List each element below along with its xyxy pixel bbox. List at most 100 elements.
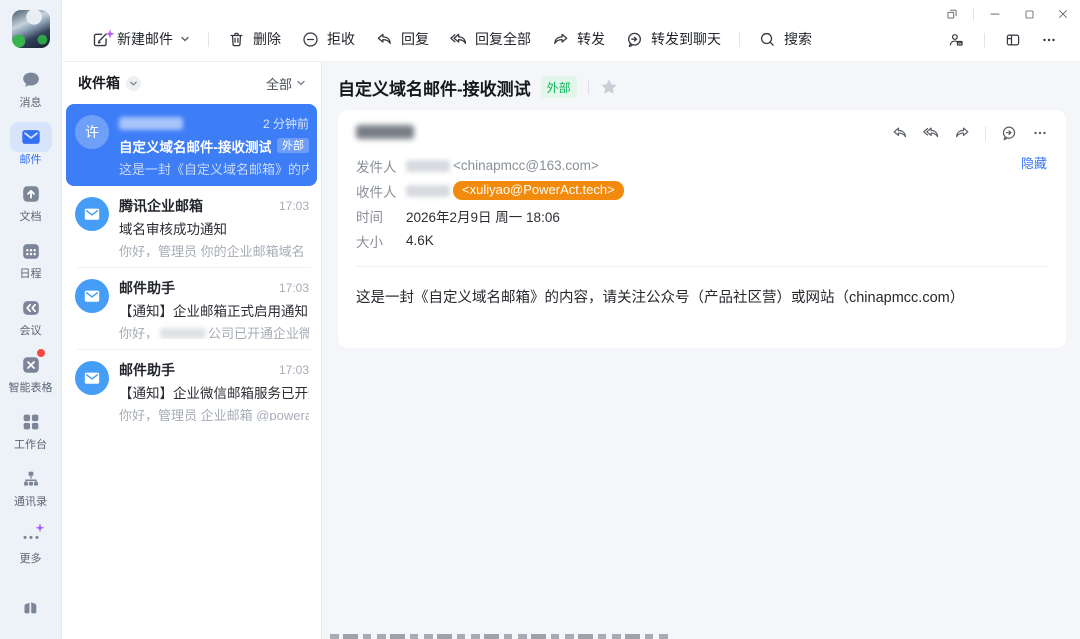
window-controls bbox=[935, 0, 1080, 28]
search-icon bbox=[758, 30, 777, 49]
sidebar-item-calendar[interactable]: 日程 bbox=[0, 232, 61, 284]
sidebar: 消息 邮件 文档 日程 bbox=[0, 0, 62, 639]
reply-icon bbox=[891, 124, 909, 142]
reply-label: 回复 bbox=[401, 29, 429, 49]
close-icon bbox=[1056, 7, 1070, 21]
forward-icon bbox=[953, 124, 971, 142]
mail-time: 17:03 bbox=[279, 199, 309, 213]
more-dots-icon bbox=[1031, 124, 1049, 142]
field-size: 大小 4.6K bbox=[356, 228, 1048, 253]
panel-layout-icon bbox=[1004, 30, 1022, 50]
more-options-button[interactable] bbox=[1031, 124, 1049, 142]
mail-subject: 【通知】企业邮箱正式启用通知 bbox=[119, 301, 308, 318]
toolbar-divider bbox=[739, 32, 740, 47]
chevron-down-icon bbox=[180, 34, 190, 44]
sidebar-item-label: 通讯录 bbox=[14, 497, 47, 508]
close-button[interactable] bbox=[1046, 0, 1080, 28]
from-address: <chinapmcc@163.com> bbox=[453, 158, 599, 173]
external-badge: 外部 bbox=[277, 138, 309, 153]
sidebar-item-messages[interactable]: 消息 bbox=[0, 61, 61, 113]
external-badge: 外部 bbox=[541, 76, 577, 98]
mail-list-item[interactable]: 腾讯企业邮箱 17:03 域名审核成功通知 你好，管理员 你的企业邮箱域名 p bbox=[66, 186, 317, 268]
mail-preview: 你好，管理员 企业邮箱 @powera bbox=[119, 405, 309, 421]
hide-details-link[interactable]: 隐藏 bbox=[1021, 153, 1047, 172]
star-icon[interactable] bbox=[600, 78, 618, 96]
sidebar-item-meeting[interactable]: 会议 bbox=[0, 289, 61, 341]
ai-sparkle-icon bbox=[105, 26, 115, 42]
sidebar-item-label: 日程 bbox=[20, 269, 42, 280]
sidebar-item-label: 智能表格 bbox=[9, 383, 53, 394]
forward-to-chat-button[interactable] bbox=[1000, 124, 1018, 142]
mail-preview: 你好，管理员 你的企业邮箱域名 p bbox=[119, 241, 309, 257]
sidebar-item-more[interactable]: 更多 bbox=[0, 517, 61, 569]
time-label: 时间 bbox=[356, 206, 406, 226]
org-chart-icon bbox=[10, 464, 52, 494]
app-logo-icon[interactable] bbox=[19, 594, 43, 623]
sidebar-item-smart-table[interactable]: 智能表格 bbox=[0, 346, 61, 398]
envelope-icon bbox=[83, 369, 101, 387]
reply-all-button[interactable] bbox=[922, 124, 940, 142]
mail-list-panel: 收件箱 全部 许 bbox=[62, 62, 322, 639]
mail-subject: 【通知】企业微信邮箱服务已开通 bbox=[119, 383, 309, 400]
sender-avatar bbox=[75, 361, 109, 395]
mail-subject: 自定义域名邮件-接收测试 bbox=[119, 137, 271, 154]
reject-button[interactable]: 拒收 bbox=[292, 23, 364, 55]
smart-table-icon bbox=[10, 350, 52, 380]
maximize-icon bbox=[1023, 8, 1036, 21]
mail-sender: 邮件助手 bbox=[119, 278, 175, 298]
mail-envelope-icon bbox=[10, 122, 52, 152]
field-from: 发件人 <chinapmcc@163.com> bbox=[356, 153, 1048, 178]
title-divider bbox=[588, 80, 589, 94]
sidebar-item-workbench[interactable]: 工作台 bbox=[0, 403, 61, 455]
block-icon bbox=[301, 30, 320, 49]
person-mail-icon bbox=[947, 30, 965, 50]
delete-button[interactable]: 删除 bbox=[218, 23, 290, 55]
reply-button[interactable] bbox=[891, 124, 909, 142]
folder-selector[interactable]: 收件箱 bbox=[78, 73, 141, 93]
more-dots-icon bbox=[1040, 30, 1058, 50]
card-actions-divider bbox=[985, 126, 986, 141]
forward-button[interactable]: 转发 bbox=[542, 23, 614, 55]
sidebar-item-label: 更多 bbox=[20, 554, 42, 565]
mail-detail-header: 自定义域名邮件-接收测试 外部 bbox=[338, 62, 1066, 110]
popout-button[interactable] bbox=[935, 0, 969, 28]
reply-all-icon bbox=[449, 30, 468, 49]
mail-list-item[interactable]: 邮件助手 17:03 【通知】企业微信邮箱服务已开通 你好，管理员 企业邮箱 @… bbox=[66, 350, 317, 432]
mail-preview: 你好，公司已开通企业微信 bbox=[119, 323, 309, 339]
sidebar-item-docs[interactable]: 文档 bbox=[0, 175, 61, 227]
sidebar-item-contacts[interactable]: 通讯录 bbox=[0, 460, 61, 512]
contact-card-button[interactable] bbox=[941, 26, 971, 54]
sender-avatar bbox=[75, 279, 109, 313]
search-button[interactable]: 搜索 bbox=[749, 23, 821, 55]
compose-button[interactable]: 新建邮件 bbox=[82, 23, 199, 55]
mail-sender: 腾讯企业邮箱 bbox=[119, 196, 203, 216]
card-divider bbox=[356, 266, 1048, 267]
size-label: 大小 bbox=[356, 231, 406, 251]
forward-button[interactable] bbox=[953, 124, 971, 142]
layout-toggle-button[interactable] bbox=[998, 26, 1028, 54]
document-icon bbox=[10, 179, 52, 209]
sidebar-item-mail[interactable]: 邮件 bbox=[0, 118, 61, 170]
reply-all-button[interactable]: 回复全部 bbox=[440, 23, 540, 55]
sidebar-item-label: 工作台 bbox=[14, 440, 47, 451]
mail-preview: 这是一封《自定义域名邮箱》的内 bbox=[119, 159, 309, 175]
forward-to-chat-button[interactable]: 转发到聊天 bbox=[616, 23, 730, 55]
toolbar-divider bbox=[208, 32, 209, 47]
reply-button[interactable]: 回复 bbox=[366, 23, 438, 55]
redacted-text bbox=[406, 160, 450, 172]
topbar-actions-divider bbox=[984, 33, 985, 48]
mail-list-item[interactable]: 许 2 分钟前 自定义域名邮件-接收测试 外部 这是一封《自定义域名邮 bbox=[66, 104, 317, 186]
mail-list-item[interactable]: 邮件助手 17:03 【通知】企业邮箱正式启用通知 你好，公司已开通企业微信 bbox=[66, 268, 317, 350]
sidebar-nav: 消息 邮件 文档 日程 bbox=[0, 61, 61, 574]
minimize-button[interactable] bbox=[978, 0, 1012, 28]
user-avatar[interactable] bbox=[12, 10, 50, 48]
preview-prefix: 你好， bbox=[119, 326, 158, 339]
filter-selector[interactable]: 全部 bbox=[266, 74, 306, 93]
more-options-button[interactable] bbox=[1034, 26, 1064, 54]
sidebar-item-label: 会议 bbox=[20, 326, 42, 337]
maximize-button[interactable] bbox=[1012, 0, 1046, 28]
chat-forward-icon bbox=[1000, 124, 1018, 142]
from-label: 发件人 bbox=[356, 156, 406, 176]
popout-icon bbox=[945, 7, 959, 21]
to-address-highlighted: <xuliyao@PowerAct.tech> bbox=[453, 181, 624, 200]
